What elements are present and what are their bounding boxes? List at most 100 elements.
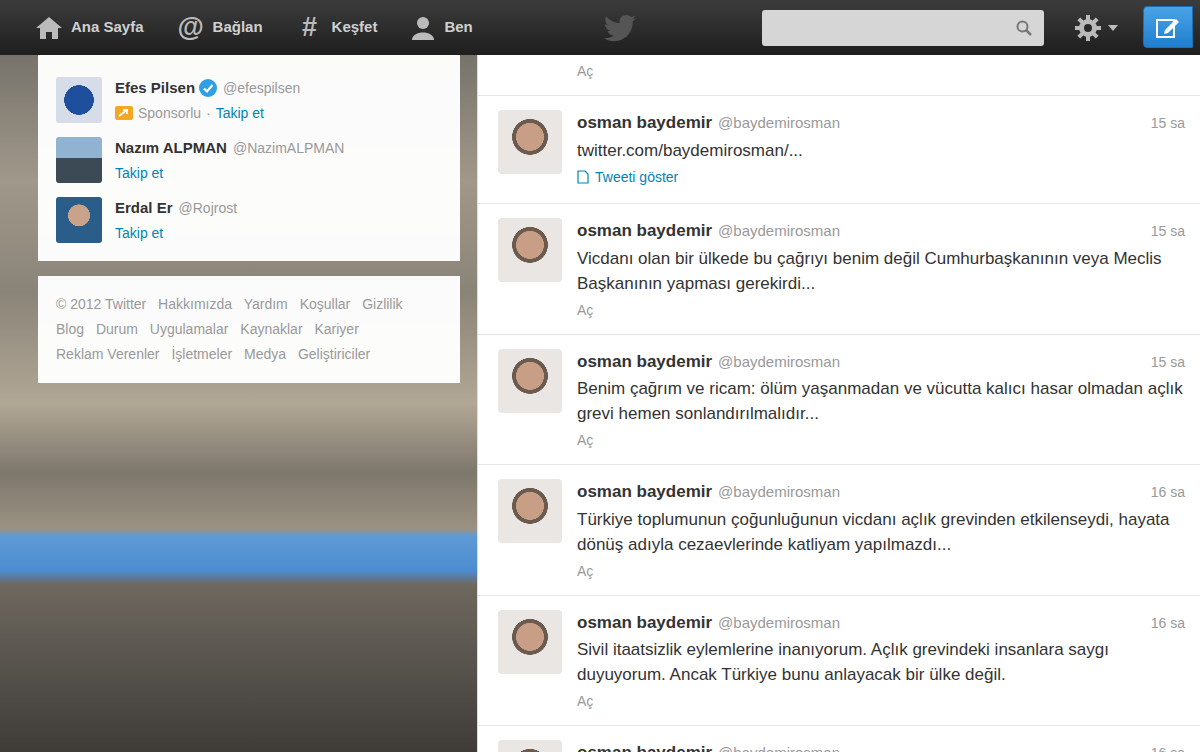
tweet[interactable]: osman baydemir@baydemirosman16 saSivil i… xyxy=(478,596,1200,727)
footer-link[interactable]: Medya xyxy=(244,346,286,362)
tweet-time[interactable]: 15 sa xyxy=(1151,113,1185,134)
nav-item[interactable]: Ana Sayfa xyxy=(35,15,144,41)
user-name[interactable]: osman baydemir xyxy=(577,349,712,375)
sponsored-label: Sponsorlu xyxy=(138,103,201,124)
tweet-action[interactable]: Aç xyxy=(577,691,593,712)
tweet-header: osman baydemir @baydemirosman 16 sa xyxy=(577,610,1185,636)
search-field[interactable] xyxy=(762,10,1044,46)
tweet-time[interactable]: 16 sa xyxy=(1151,743,1185,752)
user-name[interactable]: Erdal Er xyxy=(115,197,173,220)
footer-link[interactable]: Uygulamalar xyxy=(150,321,229,337)
tweet-text: Benim çağrım ve ricam: ölüm yaşanmadan v… xyxy=(577,376,1185,426)
tweet-time[interactable]: 15 sa xyxy=(1151,352,1185,373)
follow-link[interactable]: Takip et xyxy=(115,223,163,244)
avatar[interactable] xyxy=(56,137,102,183)
user-name[interactable]: Efes Pilsen xyxy=(115,77,195,100)
who-to-follow: Efes Pilsen@efespilsenSponsorlu·Takip et… xyxy=(38,55,460,261)
tweet-header: osman baydemir @baydemirosman 16 sa xyxy=(577,740,1185,752)
footer-link[interactable]: İşletmeler xyxy=(171,346,232,362)
show-tweet-label[interactable]: Tweeti göster xyxy=(595,167,678,188)
settings-menu[interactable] xyxy=(1074,14,1118,42)
footer-link[interactable]: Hakkımızda xyxy=(158,296,232,312)
tweet-header: osman baydemir @baydemirosman 15 sa xyxy=(577,349,1185,375)
follow-link[interactable]: Takip et xyxy=(216,103,264,124)
avatar[interactable] xyxy=(498,479,562,543)
nav-label[interactable]: Keşfet xyxy=(332,16,378,39)
user-name[interactable]: osman baydemir xyxy=(577,610,712,636)
user-name[interactable]: osman baydemir xyxy=(577,479,712,505)
suggestion-meta: Takip et xyxy=(115,223,442,244)
footer-link[interactable]: Koşullar xyxy=(300,296,351,312)
nav-item[interactable]: #Keşfet xyxy=(296,14,378,41)
avatar[interactable] xyxy=(498,610,562,674)
user-name[interactable]: osman baydemir xyxy=(577,218,712,244)
footer-link[interactable]: Kaynaklar xyxy=(240,321,302,337)
nav-menu: Ana Sayfa @Bağlan #Keşfet Ben xyxy=(35,14,595,41)
tweet-text: Türkiye toplumunun çoğunluğunun vicdanı … xyxy=(577,507,1185,557)
tweet[interactable]: osman baydemir @baydemirosman 16 sa xyxy=(478,726,1200,752)
user-name[interactable]: osman baydemir xyxy=(577,110,712,136)
tweet[interactable]: osman baydemir @baydemirosman 15 sa twitter… xyxy=(478,96,1200,204)
follow-link[interactable]: Takip et xyxy=(115,163,163,184)
expand-label[interactable]: Aç xyxy=(577,561,593,582)
expand-label[interactable]: Aç xyxy=(577,691,593,712)
user-handle: @NazimALPMAN xyxy=(233,138,344,159)
footer-link[interactable]: Reklam Verenler xyxy=(56,346,160,362)
tweet-time[interactable]: 16 sa xyxy=(1151,482,1185,503)
avatar[interactable] xyxy=(56,197,102,243)
nav-label[interactable]: Ben xyxy=(444,16,472,39)
footer-link[interactable]: Kariyer xyxy=(314,321,358,337)
tweet-time[interactable]: 16 sa xyxy=(1151,613,1185,634)
search-icon xyxy=(1016,20,1032,36)
tweet-action[interactable]: Aç xyxy=(577,430,593,451)
tweet-body: osman baydemir@baydemirosman15 saVicdanı… xyxy=(577,218,1185,322)
gear-icon xyxy=(1074,14,1102,42)
tweet-header: osman baydemir @baydemirosman 15 sa xyxy=(577,218,1185,244)
tweet-body: osman baydemir @baydemirosman 15 sa twitter… xyxy=(577,110,1185,191)
avatar[interactable] xyxy=(498,349,562,413)
nav-label[interactable]: Ana Sayfa xyxy=(71,16,144,39)
user-handle[interactable]: @baydemirosman xyxy=(718,351,840,374)
user-handle[interactable]: @baydemirosman xyxy=(718,112,840,135)
user-handle: @Rojrost xyxy=(179,198,238,219)
footer-link[interactable]: Yardım xyxy=(244,296,288,312)
footer-link[interactable]: Geliştiriciler xyxy=(298,346,370,362)
compose-button[interactable] xyxy=(1143,6,1193,48)
tweet-action[interactable]: Aç xyxy=(577,300,593,321)
footer-link[interactable]: Durum xyxy=(96,321,138,337)
expand-label[interactable]: Aç xyxy=(577,430,593,451)
avatar[interactable] xyxy=(56,77,102,123)
avatar[interactable] xyxy=(498,740,562,752)
suggestion-header: Efes Pilsen@efespilsen xyxy=(115,77,442,100)
suggestion-body: Erdal Er @Rojrost Takip et xyxy=(115,197,442,244)
user-handle[interactable]: @baydemirosman xyxy=(718,742,840,752)
suggestion-body: Nazım ALPMAN @NazimALPMAN Takip et xyxy=(115,137,442,184)
copyright: © 2012 Twitter xyxy=(56,296,146,312)
user-handle[interactable]: @baydemirosman xyxy=(718,220,840,243)
user-name[interactable]: Nazım ALPMAN xyxy=(115,137,227,160)
tweet[interactable]: osman baydemir@baydemirosman15 saVicdanı… xyxy=(478,204,1200,335)
nav-item[interactable]: Ben xyxy=(410,15,472,41)
expand-link[interactable]: Aç xyxy=(577,63,593,79)
avatar[interactable] xyxy=(498,218,562,282)
tweet-action[interactable]: Tweeti göster xyxy=(577,167,678,188)
suggestion-meta: Takip et xyxy=(115,163,442,184)
tweet[interactable]: osman baydemir @baydemirosman 16 sa Türkiye… xyxy=(478,465,1200,596)
footer-link[interactable]: Gizlilik xyxy=(362,296,402,312)
nav-item[interactable]: @Bağlan xyxy=(177,14,263,41)
tweet-link[interactable]: twitter.com/baydemirosman/... xyxy=(577,138,1185,163)
user-name[interactable]: osman baydemir xyxy=(577,740,712,752)
sidebar: Efes Pilsen@efespilsenSponsorlu·Takip et… xyxy=(0,55,477,752)
suggestion-body: Efes Pilsen@efespilsenSponsorlu·Takip et xyxy=(115,77,442,124)
user-handle[interactable]: @baydemirosman xyxy=(718,612,840,635)
tweet-action[interactable]: Aç xyxy=(577,561,593,582)
tweet[interactable]: osman baydemir @baydemirosman 15 sa Benim ç… xyxy=(478,335,1200,466)
footer-link[interactable]: Blog xyxy=(56,321,84,337)
sponsored-icon xyxy=(115,106,133,120)
expand-label[interactable]: Aç xyxy=(577,300,593,321)
tweet-time[interactable]: 15 sa xyxy=(1151,221,1185,242)
avatar[interactable] xyxy=(498,110,562,174)
nav-label[interactable]: Bağlan xyxy=(213,16,263,39)
compose-icon xyxy=(1155,14,1181,40)
user-handle[interactable]: @baydemirosman xyxy=(718,481,840,504)
